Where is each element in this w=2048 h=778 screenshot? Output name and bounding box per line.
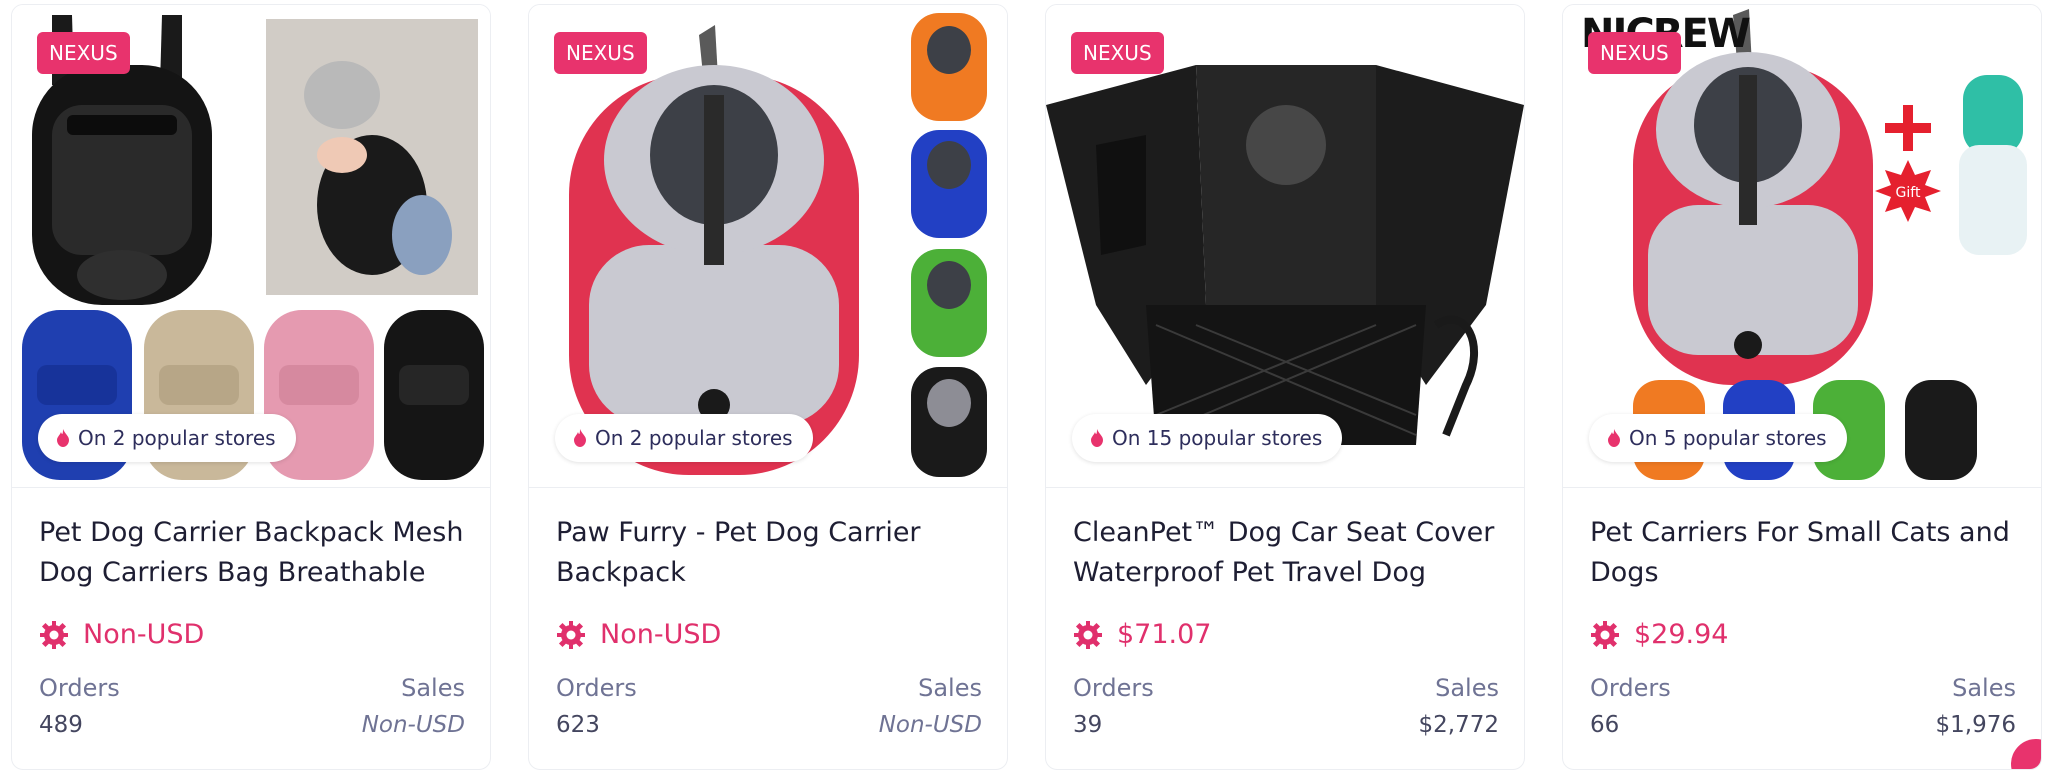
orders-label: Orders <box>1590 674 1671 702</box>
flame-icon <box>574 429 586 447</box>
product-card[interactable]: NEXUS On 2 popular stores Pet Dog Carrie… <box>11 4 491 770</box>
price-row: Non-USD <box>556 619 721 650</box>
price-row: $29.94 <box>1590 619 1728 650</box>
nexus-badge: NEXUS <box>37 32 130 74</box>
sales-label: Sales <box>1435 674 1499 702</box>
gift-label: Gift <box>1896 185 1921 201</box>
flame-icon <box>57 429 69 447</box>
popular-stores-text: On 15 popular stores <box>1112 426 1323 450</box>
product-title[interactable]: CleanPet™ Dog Car Seat Cover Waterproof … <box>1073 513 1503 593</box>
sales-label: Sales <box>918 674 982 702</box>
sales-label: Sales <box>1952 674 2016 702</box>
flame-icon <box>1091 429 1103 447</box>
popular-stores-pill[interactable]: On 15 popular stores <box>1072 414 1343 462</box>
nexus-badge: NEXUS <box>1071 32 1164 74</box>
gear-icon <box>1591 620 1619 649</box>
chat-launcher-button[interactable] <box>2011 739 2041 769</box>
product-grid: NEXUS On 2 popular stores Pet Dog Carrie… <box>0 0 2048 778</box>
sales-value: Non-USD <box>878 712 982 738</box>
sales-value: Non-USD <box>361 712 465 738</box>
product-title[interactable]: Pet Carriers For Small Cats and Dogs <box>1590 513 2020 593</box>
product-image[interactable]: Gift NICREW NEXUS On 5 popular stores <box>1563 5 2041 488</box>
gear-icon <box>1074 620 1102 649</box>
popular-stores-pill[interactable]: On 2 popular stores <box>38 414 296 462</box>
product-price: $29.94 <box>1634 619 1729 650</box>
product-card[interactable]: Gift NICREW NEXUS On 5 popular stores Pe… <box>1562 4 2042 770</box>
gear-icon <box>40 620 68 649</box>
product-price: $71.07 <box>1117 619 1212 650</box>
product-price: Non-USD <box>600 619 722 650</box>
popular-stores-text: On 2 popular stores <box>595 426 793 450</box>
product-image[interactable]: NEXUS On 2 popular stores <box>12 5 490 488</box>
product-price: Non-USD <box>83 619 205 650</box>
orders-label: Orders <box>556 674 637 702</box>
product-title[interactable]: Paw Furry - Pet Dog Carrier Backpack <box>556 513 986 593</box>
sales-value: $1,976 <box>1935 712 2016 738</box>
orders-value: 66 <box>1590 712 1620 738</box>
popular-stores-text: On 2 popular stores <box>78 426 276 450</box>
nexus-badge: NEXUS <box>1588 32 1681 74</box>
orders-value: 39 <box>1073 712 1103 738</box>
gear-icon <box>557 620 585 649</box>
sales-label: Sales <box>401 674 465 702</box>
sales-value: $2,772 <box>1418 712 1499 738</box>
product-title[interactable]: Pet Dog Carrier Backpack Mesh Dog Carrie… <box>39 513 469 593</box>
product-image[interactable]: NEXUS On 2 popular stores <box>529 5 1007 488</box>
popular-stores-pill[interactable]: On 5 popular stores <box>1589 414 1847 462</box>
popular-stores-text: On 5 popular stores <box>1629 426 1827 450</box>
flame-icon <box>1608 429 1620 447</box>
product-card[interactable]: NEXUS On 2 popular stores Paw Furry - Pe… <box>528 4 1008 770</box>
orders-value: 489 <box>39 712 83 738</box>
price-row: $71.07 <box>1073 619 1211 650</box>
orders-label: Orders <box>1073 674 1154 702</box>
product-image[interactable]: NEXUS On 15 popular stores <box>1046 5 1524 488</box>
price-row: Non-USD <box>39 619 204 650</box>
popular-stores-pill[interactable]: On 2 popular stores <box>555 414 813 462</box>
nexus-badge: NEXUS <box>554 32 647 74</box>
orders-label: Orders <box>39 674 120 702</box>
orders-value: 623 <box>556 712 600 738</box>
product-card[interactable]: NEXUS On 15 popular stores CleanPet™ Dog… <box>1045 4 1525 770</box>
